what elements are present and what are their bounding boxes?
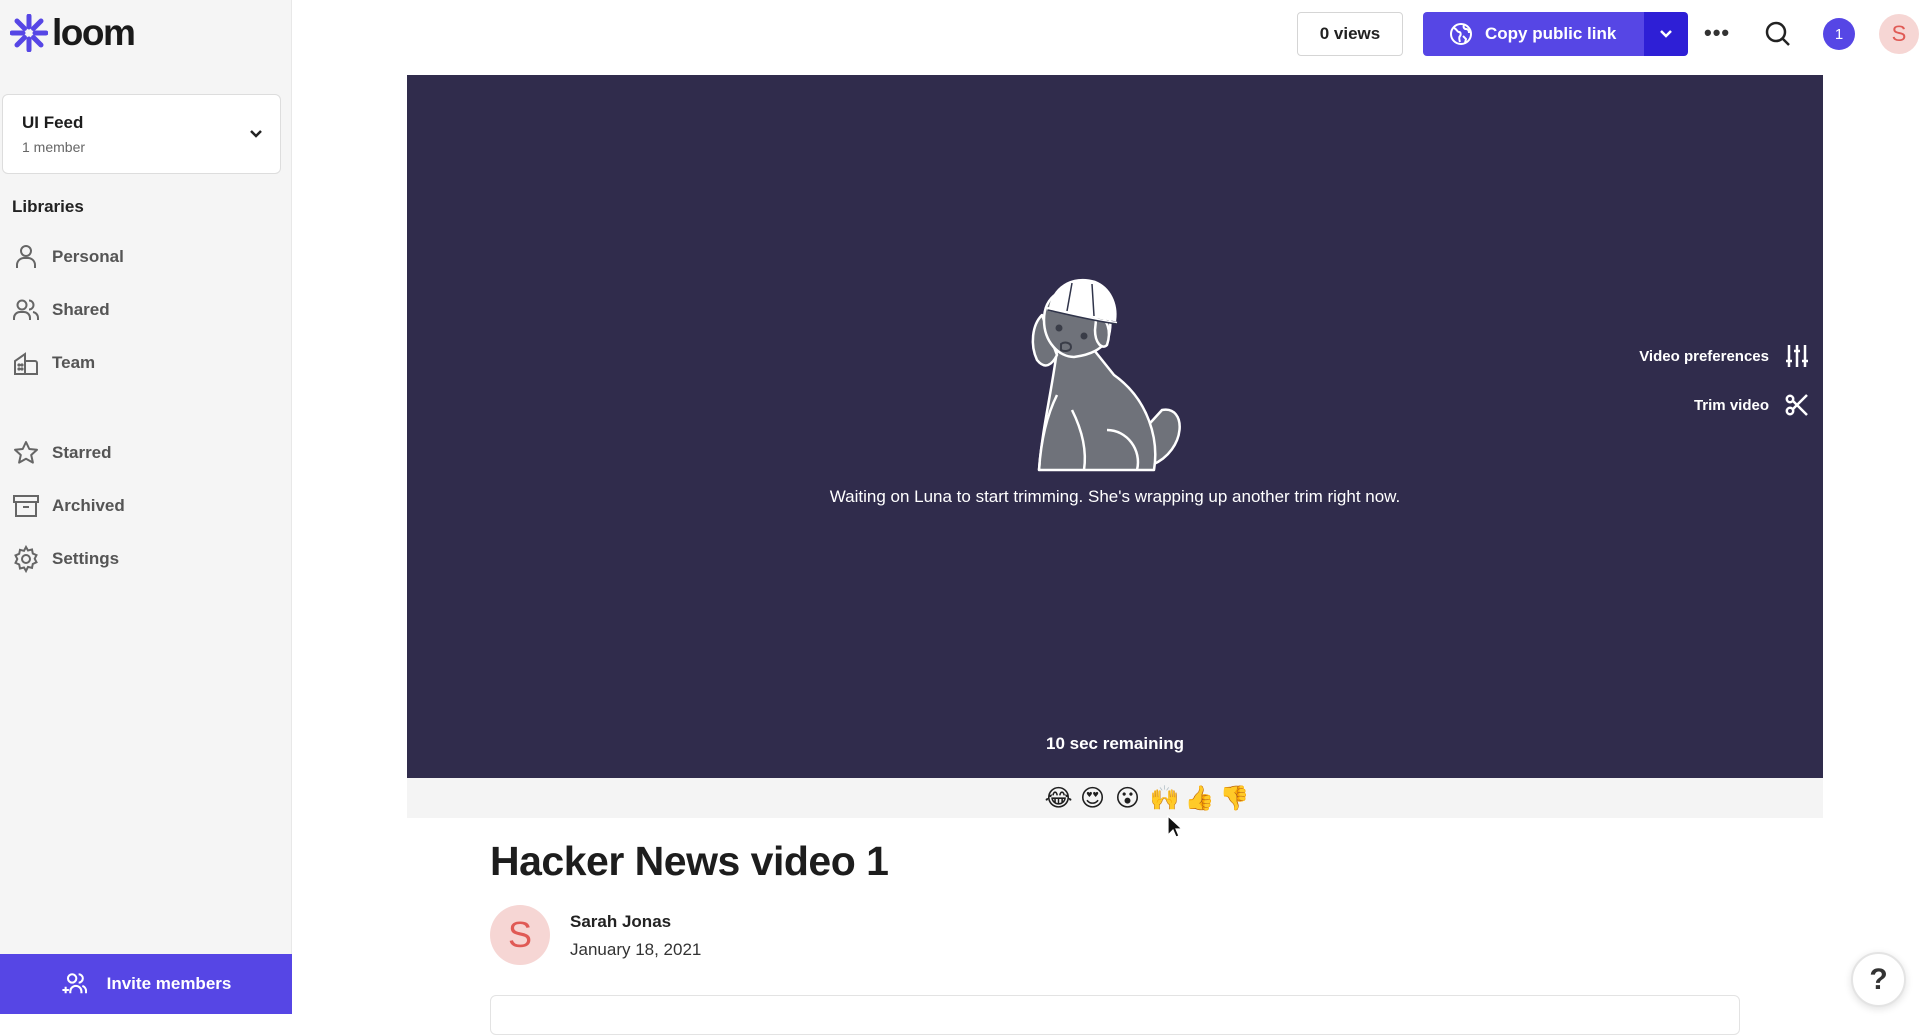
- invite-members-button[interactable]: Invite members: [0, 954, 292, 1014]
- scissors-icon: [1785, 394, 1808, 416]
- sidebar-item-settings[interactable]: Settings: [12, 544, 119, 574]
- reaction-thumbs-down[interactable]: 👎: [1220, 784, 1250, 813]
- sliders-icon: [1786, 345, 1808, 367]
- archive-icon: [13, 495, 39, 517]
- globe-icon: [1450, 23, 1472, 45]
- mouse-cursor-icon: [1167, 815, 1183, 838]
- reaction-thumbs-up[interactable]: 👍: [1185, 784, 1215, 813]
- video-preferences-button[interactable]: Video preferences: [1639, 343, 1809, 369]
- loom-logo[interactable]: loom: [10, 12, 136, 54]
- notifications-badge[interactable]: 1: [1823, 18, 1855, 50]
- author-avatar: S: [490, 905, 550, 965]
- reaction-surprised[interactable]: 😮: [1115, 784, 1141, 813]
- sidebar-item-label: Settings: [52, 549, 120, 568]
- sidebar: loom UI Feed 1 member Libraries Personal…: [0, 0, 292, 1014]
- more-options-icon[interactable]: •••: [1704, 20, 1730, 46]
- search-icon[interactable]: [1764, 20, 1792, 53]
- author-name: Sarah Jonas: [570, 912, 672, 931]
- loom-burst-icon: [10, 14, 48, 52]
- help-button[interactable]: ?: [1851, 952, 1906, 1007]
- video-date: January 18, 2021: [570, 940, 702, 959]
- libraries-heading: Libraries: [12, 197, 84, 216]
- sidebar-item-personal[interactable]: Personal: [12, 242, 124, 272]
- trim-status-message: Waiting on Luna to start trimming. She's…: [829, 487, 1401, 506]
- chevron-down-icon: [1660, 30, 1672, 38]
- video-player[interactable]: Waiting on Luna to start trimming. She's…: [407, 75, 1823, 778]
- person-icon: [16, 245, 36, 268]
- copy-link-dropdown[interactable]: [1644, 12, 1688, 56]
- sidebar-item-shared[interactable]: Shared: [12, 295, 110, 325]
- time-remaining: 10 sec remaining: [1046, 734, 1184, 753]
- sidebar-item-archived[interactable]: Archived: [12, 491, 125, 521]
- reaction-laughing[interactable]: 😂: [1045, 784, 1073, 813]
- user-avatar[interactable]: S: [1879, 14, 1919, 54]
- brand-name: loom: [52, 12, 136, 53]
- trim-video-button[interactable]: Trim video: [1694, 393, 1809, 417]
- copy-public-link-button[interactable]: Copy public link: [1423, 12, 1644, 56]
- workspace-switcher[interactable]: UI Feed 1 member: [2, 94, 281, 174]
- reaction-heart-eyes[interactable]: 😍: [1080, 784, 1106, 813]
- sidebar-item-label: Shared: [52, 300, 110, 319]
- invite-members-label: Invite members: [106, 974, 232, 993]
- workspace-members: 1 member: [22, 139, 86, 155]
- sidebar-item-label: Personal: [52, 247, 124, 266]
- people-icon: [13, 299, 40, 320]
- views-button[interactable]: 0 views: [1297, 12, 1403, 56]
- chevron-down-icon: [250, 125, 262, 141]
- sidebar-item-team[interactable]: Team: [12, 348, 95, 378]
- sidebar-item-label: Starred: [52, 443, 112, 462]
- description-card: [490, 995, 1740, 1035]
- workspace-name: UI Feed: [22, 113, 84, 132]
- gear-icon: [14, 545, 38, 573]
- add-user-icon: [62, 973, 87, 994]
- copy-public-link-label: Copy public link: [1485, 24, 1617, 43]
- sidebar-item-label: Archived: [52, 496, 125, 515]
- sidebar-item-label: Team: [52, 353, 96, 372]
- reaction-raised-hands[interactable]: 🙌: [1150, 784, 1180, 813]
- video-title: Hacker News video 1: [490, 838, 889, 884]
- luna-dog-illustration: [1031, 278, 1181, 472]
- sidebar-item-starred[interactable]: Starred: [12, 438, 112, 468]
- video-preferences-label: Video preferences: [1639, 347, 1769, 365]
- trim-video-label: Trim video: [1693, 396, 1769, 414]
- reaction-bar: 😂 😍 😮 🙌 👍 👎: [407, 778, 1823, 818]
- building-icon: [14, 352, 38, 375]
- star-icon: [14, 441, 38, 464]
